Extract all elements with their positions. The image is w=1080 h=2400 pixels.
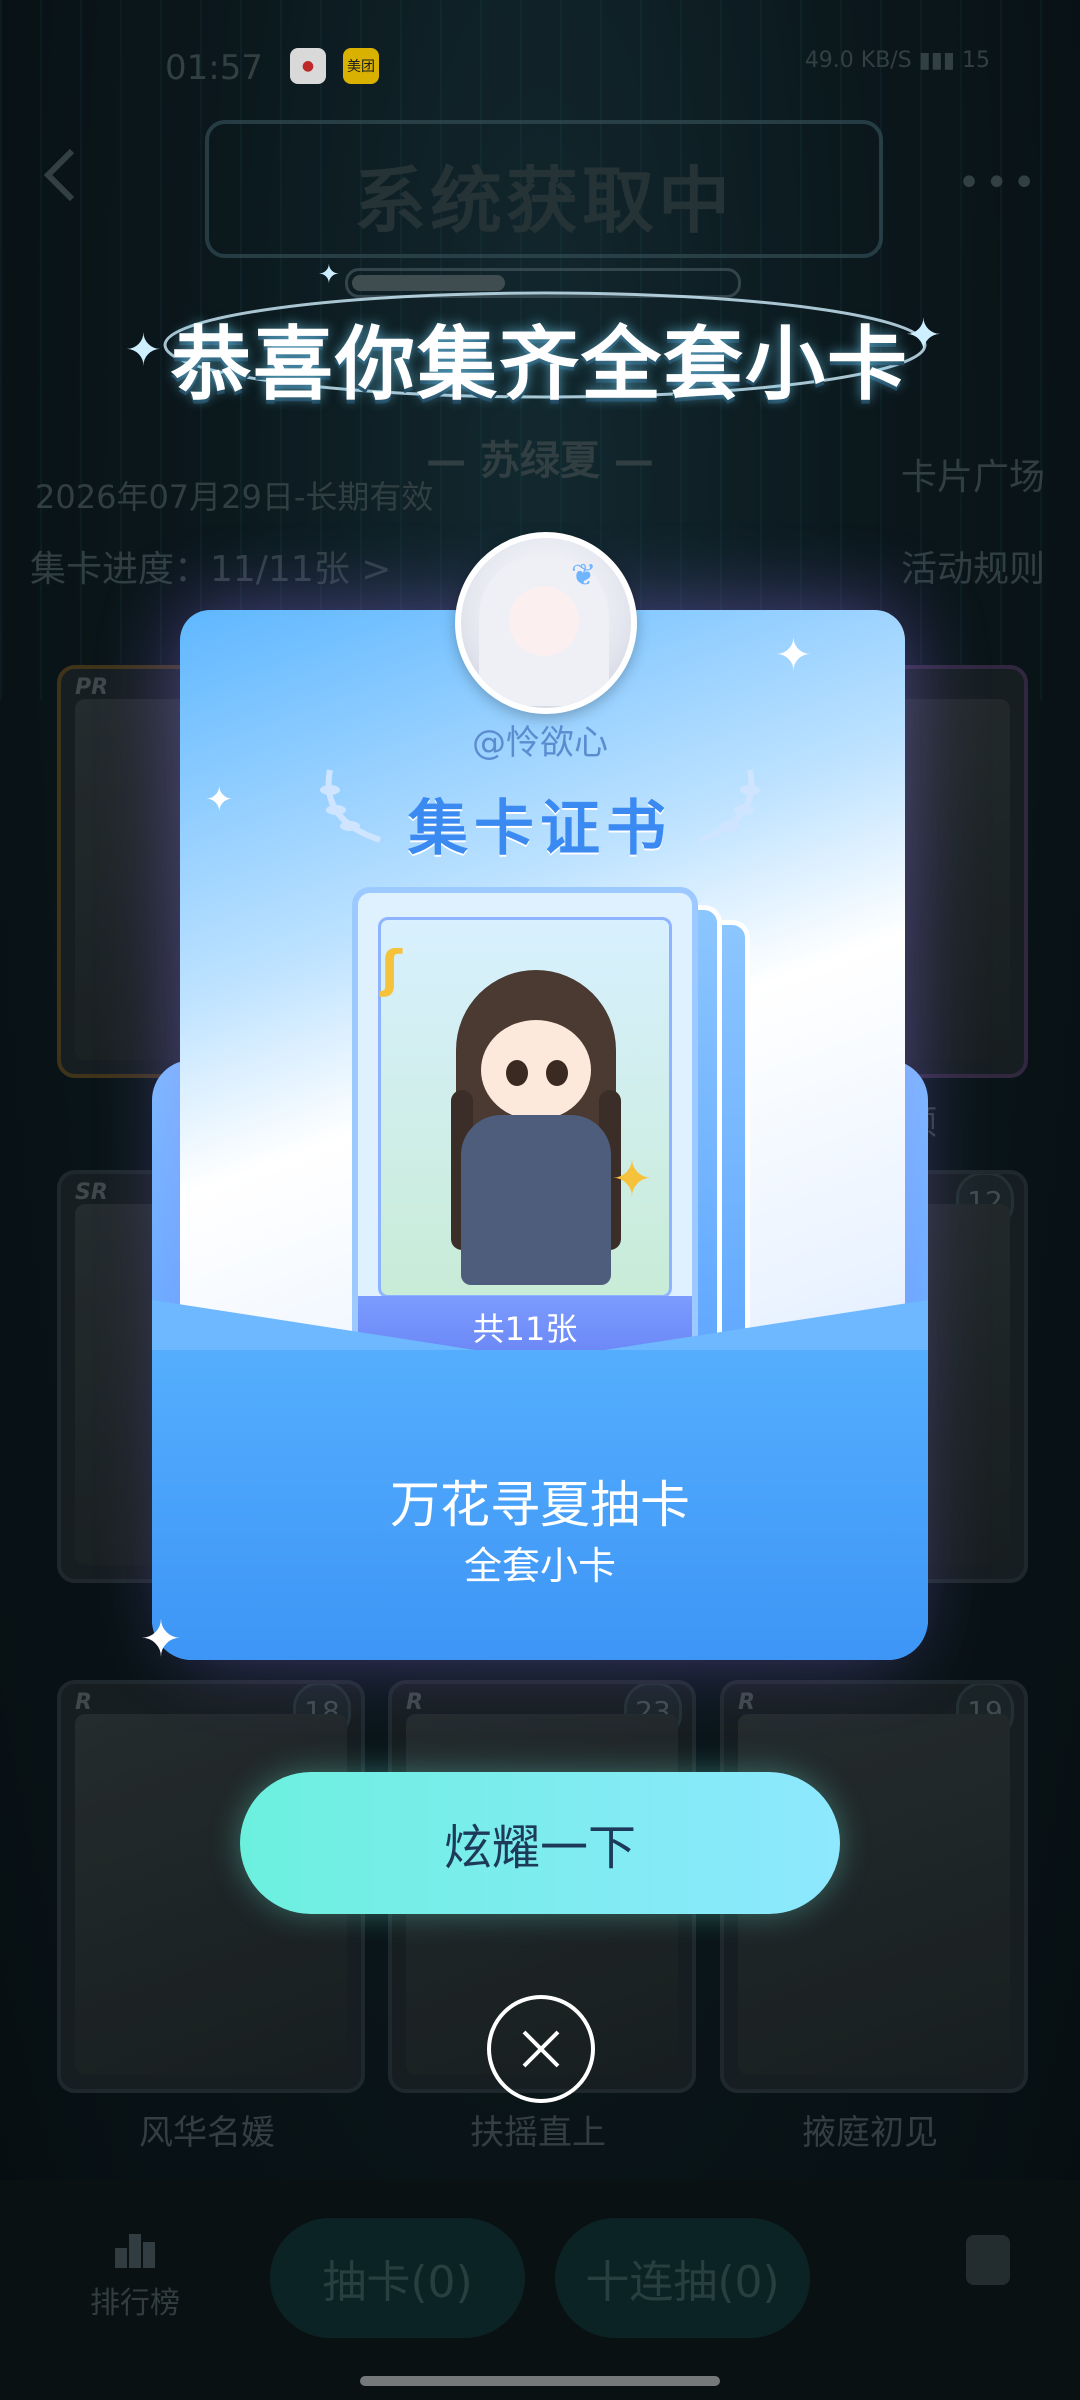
sparkle-icon: ✦	[318, 260, 340, 290]
chibi-face	[481, 1020, 591, 1120]
avatar-face	[509, 586, 579, 656]
event-title: 万花寻夏抽卡	[390, 1476, 690, 1534]
sparkle-icon: ✦	[775, 630, 812, 681]
event-subtitle: 全套小卡	[463, 1544, 616, 1588]
avatar: ❦	[455, 532, 637, 714]
show-off-button[interactable]: 炫耀一下	[240, 1772, 840, 1914]
card-art: ʃ ✦	[378, 917, 672, 1298]
bow-icon: ❦	[571, 558, 597, 593]
certificate-title: 集卡证书	[408, 794, 672, 864]
gold-swirl-icon: ʃ	[381, 940, 402, 998]
gold-sparkle-icon: ✦	[611, 1150, 653, 1208]
chibi-body	[461, 1115, 611, 1285]
username: @怜欲心	[472, 723, 608, 763]
chibi-eye	[506, 1060, 528, 1086]
chibi-eye	[546, 1060, 568, 1086]
sparkle-icon: ✦	[140, 1610, 182, 1668]
collection-card-preview: ʃ ✦ 共11张	[352, 887, 698, 1364]
close-icon	[522, 2030, 560, 2068]
congrats-title: 恭喜你集齐全套小卡	[171, 318, 909, 411]
close-button[interactable]	[487, 1995, 595, 2103]
